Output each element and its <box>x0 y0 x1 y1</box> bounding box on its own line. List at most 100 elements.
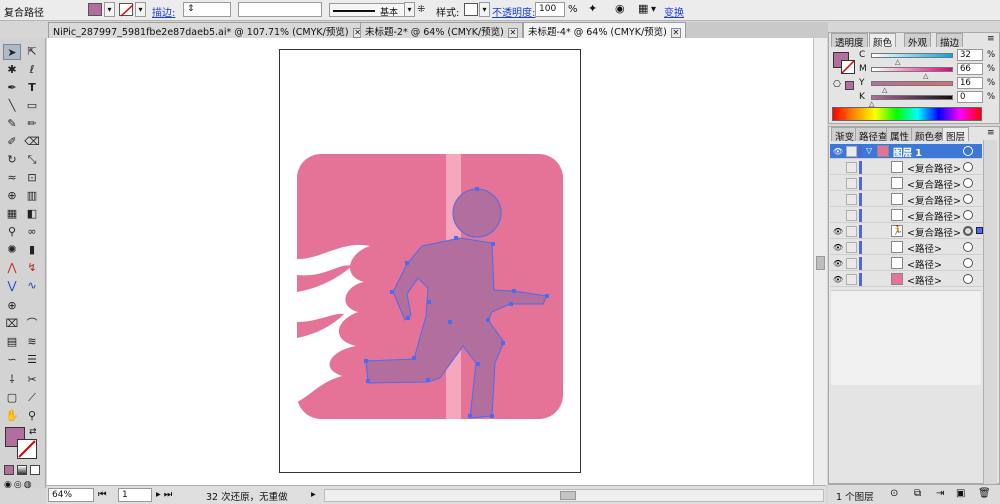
wave-tool-icon[interactable]: ∽ <box>3 352 21 368</box>
slider-m-value[interactable]: 66 <box>957 63 983 75</box>
stroke-color-box[interactable] <box>17 439 37 459</box>
gradient-tool-icon[interactable]: ◧ <box>23 206 41 222</box>
graph-tool-icon[interactable]: ▤ <box>3 334 21 350</box>
brush-definition-field[interactable]: 基本 <box>329 3 411 18</box>
fill-dropdown[interactable]: ▾ <box>104 2 115 17</box>
lock-toggle[interactable] <box>846 162 857 173</box>
panel-stroke-swatch[interactable] <box>841 60 855 74</box>
selection-tool-icon[interactable]: ➤ <box>3 44 21 60</box>
slider-m-track[interactable] <box>871 67 953 72</box>
layer-name[interactable]: <复合路径> <box>907 177 961 191</box>
recolor-icon[interactable]: ✦ <box>588 2 597 15</box>
knife-tool-icon[interactable]: ⸸ <box>3 372 21 388</box>
page-field[interactable]: 1 <box>118 488 152 502</box>
eye-icon[interactable]: 👁 <box>832 226 844 237</box>
layer-row-item[interactable]: 👁 <路径> <box>830 272 982 287</box>
target-circle-icon[interactable] <box>963 146 973 156</box>
globe-icon[interactable]: ◉ <box>615 2 625 15</box>
layer-row-item[interactable]: 👁 <路径> <box>830 240 982 255</box>
target-circle-icon[interactable] <box>963 258 973 268</box>
align-icon[interactable]: ⁜ <box>417 4 425 15</box>
opacity-label[interactable]: 不透明度: <box>492 4 535 19</box>
none-mode-icon[interactable] <box>30 465 40 475</box>
slider-y-value[interactable]: 16 <box>957 77 983 89</box>
clipping-mask-icon[interactable]: ⧉ <box>914 488 921 499</box>
tab-transparency[interactable]: 透明度 <box>831 33 868 49</box>
free-transform-tool-icon[interactable]: ⊡ <box>23 170 41 186</box>
list-tool-icon[interactable]: ☰ <box>23 352 41 368</box>
status-menu-icon[interactable]: ▸ <box>311 489 316 500</box>
target-circle-icon[interactable] <box>963 178 973 188</box>
color-mode-icon[interactable] <box>4 465 14 475</box>
warp-tool-icon[interactable]: ≈ <box>3 170 21 186</box>
grid-align-icon[interactable]: ▦ <box>638 2 648 15</box>
lock-toggle[interactable] <box>846 274 857 285</box>
scroll-thumb[interactable] <box>816 256 825 270</box>
stroke-weight-field[interactable]: ⇕ <box>183 2 231 17</box>
opacity-field[interactable]: 100 <box>535 2 565 17</box>
measure-tool-icon[interactable]: ⟋ <box>23 390 41 406</box>
lock-toggle[interactable] <box>846 194 857 205</box>
mesh-tool-icon[interactable]: ▦ <box>3 206 21 222</box>
eye-icon[interactable]: 👁 <box>832 146 844 157</box>
lock-toggle[interactable] <box>846 258 857 269</box>
paintbrush-tool-icon[interactable]: ✎ <box>3 116 21 132</box>
panel-menu-icon[interactable]: ≡ <box>987 128 995 138</box>
transform-link[interactable]: 变换 <box>664 4 684 19</box>
layer-name[interactable]: <复合路径> <box>907 209 961 223</box>
target-icon[interactable]: ⊕ <box>3 298 21 314</box>
chevron-down-icon[interactable]: ▽ <box>866 146 872 155</box>
tab-gradient[interactable]: 渐变 <box>831 127 859 143</box>
slider-y[interactable]: Y △ 16 % <box>859 77 999 94</box>
page-prev-icon[interactable]: ⏮ <box>98 489 107 500</box>
tab-attributes[interactable]: 属性 <box>886 127 914 143</box>
type-tool-icon[interactable]: T <box>23 80 41 96</box>
eye-icon[interactable]: 👁 <box>832 258 844 269</box>
tab-color[interactable]: 颜色 <box>869 33 897 49</box>
tab-layers[interactable]: 图层 <box>942 127 970 143</box>
h-scroll-thumb[interactable] <box>560 491 576 500</box>
layer-name[interactable]: <复合路径> <box>907 193 961 207</box>
target-circle-icon[interactable] <box>963 194 973 204</box>
layer-row-item[interactable]: 👁 <路径> <box>830 256 982 271</box>
close-icon[interactable]: ✕ <box>670 28 681 38</box>
rotate-tool-icon[interactable]: ↻ <box>3 152 21 168</box>
tab-appearance[interactable]: 外观 <box>904 33 932 49</box>
line-tool-icon[interactable]: ╲ <box>3 98 21 114</box>
eye-icon[interactable]: 👁 <box>832 274 844 285</box>
stroke-dropdown[interactable]: ▾ <box>135 2 146 17</box>
eyedropper-tool-icon[interactable]: ⚲ <box>3 224 21 240</box>
target-circle-icon[interactable] <box>963 162 973 172</box>
layer-name[interactable]: <复合路径> <box>907 161 961 175</box>
stroke-color-swatch[interactable] <box>119 3 134 17</box>
pencil-tool-icon[interactable]: ✏ <box>23 116 41 132</box>
layer-name[interactable]: 图层 1 <box>893 145 922 159</box>
layer-name[interactable]: <复合路径> <box>907 225 961 239</box>
new-sublayer-icon[interactable]: ⇥ <box>936 488 944 499</box>
lock-toggle[interactable] <box>846 242 857 253</box>
lock-toggle[interactable] <box>846 226 857 237</box>
page-nav-icons[interactable]: ▸ ⏭ <box>156 489 172 500</box>
trash-icon[interactable]: 🗑 <box>978 488 991 499</box>
vertical-scrollbar[interactable] <box>813 38 827 485</box>
layer-name[interactable]: <路径> <box>907 241 942 255</box>
lock-toggle[interactable] <box>846 210 857 221</box>
graphic-style-dropdown[interactable]: ▾ <box>479 2 490 17</box>
pen-tool-icon[interactable]: ✒ <box>3 80 21 96</box>
zoom-tool-icon[interactable]: ⚲ <box>23 408 41 424</box>
slider-c-value[interactable]: 32 <box>957 49 983 61</box>
new-layer-icon[interactable]: ▣ <box>956 488 965 499</box>
rectangle-tool-icon[interactable]: ▭ <box>23 98 41 114</box>
layer-row-item[interactable]: <复合路径> <box>830 192 982 207</box>
target-circle-icon[interactable] <box>963 226 973 236</box>
grid-align-dropdown[interactable]: ▾ <box>651 4 656 15</box>
artboard-tool-icon[interactable]: ⌧ <box>3 316 21 332</box>
target-circle-icon[interactable] <box>963 274 973 284</box>
shape-builder-tool-icon[interactable]: ⊕ <box>3 188 21 204</box>
anchor-blue-icon[interactable]: ⋁ <box>3 278 21 294</box>
target-circle-icon[interactable] <box>963 210 973 220</box>
layer-name[interactable]: <路径> <box>907 257 942 271</box>
slider-k-track[interactable] <box>871 95 953 100</box>
layers-scrollbar[interactable] <box>983 140 997 485</box>
variable-width-field[interactable] <box>238 2 322 17</box>
